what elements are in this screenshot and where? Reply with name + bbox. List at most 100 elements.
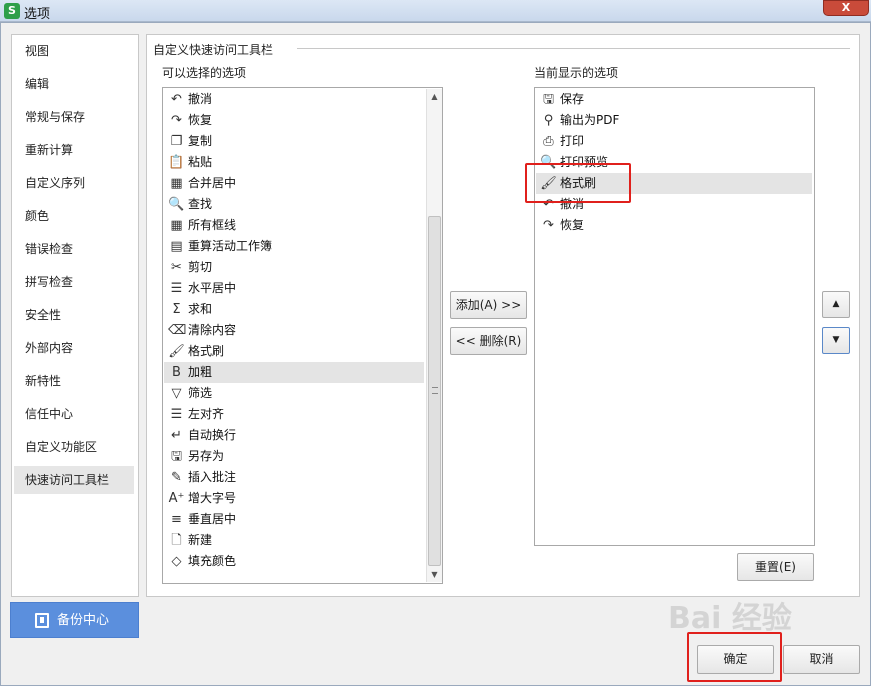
sidebar-item[interactable]: 新特性 — [14, 367, 134, 395]
list-item[interactable]: ◇ 填充颜色 — [164, 551, 424, 572]
list-item[interactable]: ☰ 水平居中 — [164, 278, 424, 299]
list-item[interactable]: ⎙ 打印 — [536, 131, 812, 152]
list-item[interactable]: ▽ 筛选 — [164, 383, 424, 404]
item-label: 输出为PDF — [560, 113, 620, 127]
sidebar-item[interactable]: 颜色 — [14, 202, 134, 230]
list-item[interactable]: ▤ 重算活动工作簿 — [164, 236, 424, 257]
item-icon: ▦ — [170, 218, 183, 233]
list-item[interactable]: ⚲ 输出为PDF — [536, 110, 812, 131]
sidebar-item[interactable]: 重新计算 — [14, 136, 134, 164]
backup-icon — [35, 613, 49, 628]
list-item[interactable]: B 加粗 — [164, 362, 424, 383]
list-item[interactable]: ↶ 撤消 — [164, 89, 424, 110]
item-label: 插入批注 — [188, 470, 237, 484]
item-label: 自动换行 — [188, 428, 237, 442]
sidebar-item[interactable]: 信任中心 — [14, 400, 134, 428]
list-item[interactable]: Σ 求和 — [164, 299, 424, 320]
item-label: 保存 — [560, 92, 585, 106]
item-label: 粘贴 — [188, 155, 213, 169]
item-icon: 🗋 — [171, 533, 182, 548]
highlight-format-painter — [525, 163, 631, 203]
scroll-down-arrow[interactable]: ▼ — [427, 567, 442, 582]
list-item[interactable]: ↵ 自动换行 — [164, 425, 424, 446]
list-item[interactable]: ✂ 剪切 — [164, 257, 424, 278]
item-label: 另存为 — [188, 449, 225, 463]
sidebar-item[interactable]: 快速访问工具栏 — [14, 466, 134, 494]
item-icon: 🖌 — [168, 344, 185, 359]
close-button[interactable]: X — [823, 0, 869, 16]
item-icon: 🖫 — [170, 449, 183, 464]
add-button[interactable]: 添加(A) >> — [450, 291, 527, 319]
item-icon: ⚲ — [543, 113, 554, 128]
list-item[interactable]: A⁺ 增大字号 — [164, 488, 424, 509]
list-item[interactable]: 🖫 另存为 — [164, 446, 424, 467]
section-title: 自定义快速访问工具栏 — [153, 43, 274, 57]
list-item[interactable]: ≡ 垂直居中 — [164, 509, 424, 530]
item-label: 增大字号 — [188, 491, 237, 505]
list-item[interactable]: ↷ 恢复 — [536, 215, 812, 236]
main-panel: 自定义快速访问工具栏 可以选择的选项 当前显示的选项 ▲ ▼ ↶ 撤消 ↷ 恢复 ❐ 复制… — [146, 34, 860, 597]
list-item[interactable]: ✎ 插入批注 — [164, 467, 424, 488]
item-icon: ▽ — [171, 386, 182, 401]
sidebar-item[interactable]: 错误检查 — [14, 235, 134, 263]
list-item[interactable]: ▦ 合并居中 — [164, 173, 424, 194]
reset-button[interactable]: 重置(E) — [737, 553, 814, 581]
sidebar-item[interactable]: 自定义序列 — [14, 169, 134, 197]
sidebar-item[interactable]: 外部内容 — [14, 334, 134, 362]
cancel-button[interactable]: 取消 — [783, 645, 860, 674]
item-icon: ☰ — [170, 407, 183, 422]
list-item[interactable]: 🗋 新建 — [164, 530, 424, 551]
sidebar-item[interactable]: 常规与保存 — [14, 103, 134, 131]
sidebar-item[interactable]: 安全性 — [14, 301, 134, 329]
sidebar-item[interactable]: 自定义功能区 — [14, 433, 134, 461]
item-icon: ≡ — [171, 512, 182, 527]
list-item[interactable]: ▦ 所有框线 — [164, 215, 424, 236]
list-item[interactable]: ☰ 左对齐 — [164, 404, 424, 425]
section-divider — [297, 48, 850, 49]
scroll-thumb[interactable] — [428, 216, 441, 566]
item-label: 重算活动工作簿 — [188, 239, 273, 253]
item-icon: A⁺ — [168, 491, 185, 506]
scroll-up-arrow[interactable]: ▲ — [427, 89, 442, 104]
item-label: 求和 — [188, 302, 213, 316]
remove-button[interactable]: << 删除(R) — [450, 327, 527, 355]
available-options-list[interactable]: ▲ ▼ ↶ 撤消 ↷ 恢复 ❐ 复制 📋 粘贴 ▦ 合并居中 🔍 查找 ▦ 所有框线 ▤ 重算活动工作簿 ✂ 剪切… — [162, 87, 443, 584]
item-icon: ⌫ — [168, 323, 187, 338]
item-label: 复制 — [188, 134, 213, 148]
item-icon: ⎙ — [543, 134, 554, 149]
item-label: 填充颜色 — [188, 554, 237, 568]
item-label: 查找 — [188, 197, 213, 211]
available-list-scrollbar[interactable]: ▲ ▼ — [426, 89, 442, 582]
list-item[interactable]: 📋 粘贴 — [164, 152, 424, 173]
window-title: 选项 — [24, 7, 51, 22]
backup-center-button[interactable]: 备份中心 — [10, 602, 139, 638]
list-item[interactable]: 🔍 查找 — [164, 194, 424, 215]
item-label: 恢复 — [560, 218, 585, 232]
item-label: 筛选 — [188, 386, 213, 400]
sidebar-item[interactable]: 编辑 — [14, 70, 134, 98]
item-icon: ▦ — [170, 176, 183, 191]
scroll-grip — [432, 387, 438, 394]
item-icon: ✎ — [171, 470, 182, 485]
item-icon: ✂ — [171, 260, 182, 275]
item-label: 合并居中 — [188, 176, 237, 190]
list-item[interactable]: ❐ 复制 — [164, 131, 424, 152]
item-icon: ☰ — [170, 281, 183, 296]
item-icon: ↷ — [171, 113, 182, 128]
item-icon: ↵ — [171, 428, 182, 443]
list-item[interactable]: ↷ 恢复 — [164, 110, 424, 131]
item-label: 剪切 — [188, 260, 213, 274]
list-item[interactable]: 🖫 保存 — [536, 89, 812, 110]
list-item[interactable]: ⌫ 清除内容 — [164, 320, 424, 341]
item-icon: ◇ — [171, 554, 182, 569]
move-up-button[interactable]: ▲ — [822, 291, 850, 318]
item-label: 恢复 — [188, 113, 213, 127]
item-label: 左对齐 — [188, 407, 225, 421]
list-item[interactable]: 🖌 格式刷 — [164, 341, 424, 362]
current-options-list[interactable]: 🖫 保存 ⚲ 输出为PDF ⎙ 打印 🔍 打印预览 🖌 格式刷 ↶ 撤消 ↷ 恢复 — [534, 87, 815, 546]
watermark: Bai 经验 — [668, 601, 792, 636]
item-icon: B — [172, 365, 181, 380]
sidebar-item[interactable]: 视图 — [14, 37, 134, 65]
sidebar-item[interactable]: 拼写检查 — [14, 268, 134, 296]
move-down-button[interactable]: ▼ — [822, 327, 850, 354]
